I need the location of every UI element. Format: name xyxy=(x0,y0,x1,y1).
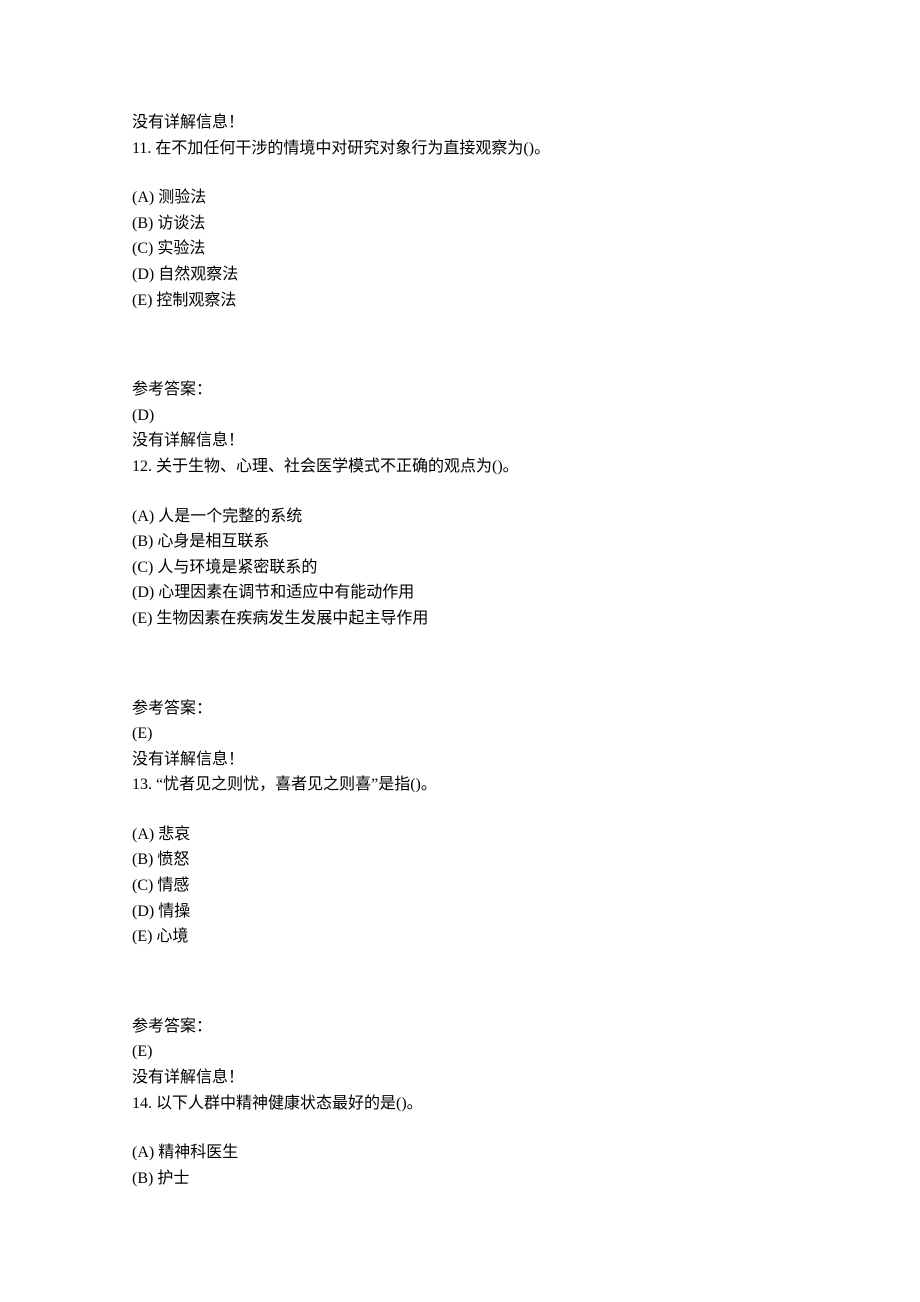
answer-key: (D) xyxy=(132,403,788,429)
choice-e: (E) 心境 xyxy=(132,924,788,950)
question-number: 12. xyxy=(132,458,152,475)
choices-block: (A) 测验法 (B) 访谈法 (C) 实验法 (D) 自然观察法 (E) 控制… xyxy=(132,185,788,313)
choice-d: (D) 情操 xyxy=(132,899,788,925)
choice-a: (A) 精神科医生 xyxy=(132,1140,788,1166)
question-stem: 14. 以下人群中精神健康状态最好的是()。 xyxy=(132,1091,788,1117)
question-stem: 12. 关于生物、心理、社会医学模式不正确的观点为()。 xyxy=(132,454,788,480)
no-explain: 没有详解信息！ xyxy=(132,747,788,773)
question-number: 13. xyxy=(132,776,152,793)
choices-block: (A) 精神科医生 (B) 护士 xyxy=(132,1140,788,1191)
choice-d: (D) 心理因素在调节和适应中有能动作用 xyxy=(132,580,788,606)
choice-a: (A) 人是一个完整的系统 xyxy=(132,504,788,530)
answer-label: 参考答案： xyxy=(132,377,788,403)
choice-d: (D) 自然观察法 xyxy=(132,262,788,288)
choice-a: (A) 测验法 xyxy=(132,185,788,211)
answer-label: 参考答案： xyxy=(132,696,788,722)
question-number: 11. xyxy=(132,140,151,157)
choice-b: (B) 愤怒 xyxy=(132,847,788,873)
no-explain-header: 没有详解信息！ xyxy=(132,110,788,136)
question-stem: 11. 在不加任何干涉的情境中对研究对象行为直接观察为()。 xyxy=(132,136,788,162)
answer-label: 参考答案： xyxy=(132,1014,788,1040)
question-number: 14. xyxy=(132,1095,152,1112)
choice-c: (C) 人与环境是紧密联系的 xyxy=(132,555,788,581)
choices-block: (A) 人是一个完整的系统 (B) 心身是相互联系 (C) 人与环境是紧密联系的… xyxy=(132,504,788,632)
question-text: 以下人群中精神健康状态最好的是()。 xyxy=(156,1095,423,1112)
question-text: 关于生物、心理、社会医学模式不正确的观点为()。 xyxy=(156,458,519,475)
no-explain: 没有详解信息！ xyxy=(132,428,788,454)
choice-e: (E) 控制观察法 xyxy=(132,288,788,314)
no-explain: 没有详解信息！ xyxy=(132,1065,788,1091)
answer-key: (E) xyxy=(132,721,788,747)
question-text: “忧者见之则忧，喜者见之则喜”是指()。 xyxy=(156,776,437,793)
choice-b: (B) 护士 xyxy=(132,1166,788,1192)
answer-key: (E) xyxy=(132,1039,788,1065)
choice-c: (C) 情感 xyxy=(132,873,788,899)
choice-b: (B) 心身是相互联系 xyxy=(132,529,788,555)
question-text: 在不加任何干涉的情境中对研究对象行为直接观察为()。 xyxy=(155,140,550,157)
choice-c: (C) 实验法 xyxy=(132,236,788,262)
choice-e: (E) 生物因素在疾病发生发展中起主导作用 xyxy=(132,606,788,632)
choices-block: (A) 悲哀 (B) 愤怒 (C) 情感 (D) 情操 (E) 心境 xyxy=(132,822,788,950)
question-stem: 13. “忧者见之则忧，喜者见之则喜”是指()。 xyxy=(132,772,788,798)
choice-b: (B) 访谈法 xyxy=(132,211,788,237)
choice-a: (A) 悲哀 xyxy=(132,822,788,848)
